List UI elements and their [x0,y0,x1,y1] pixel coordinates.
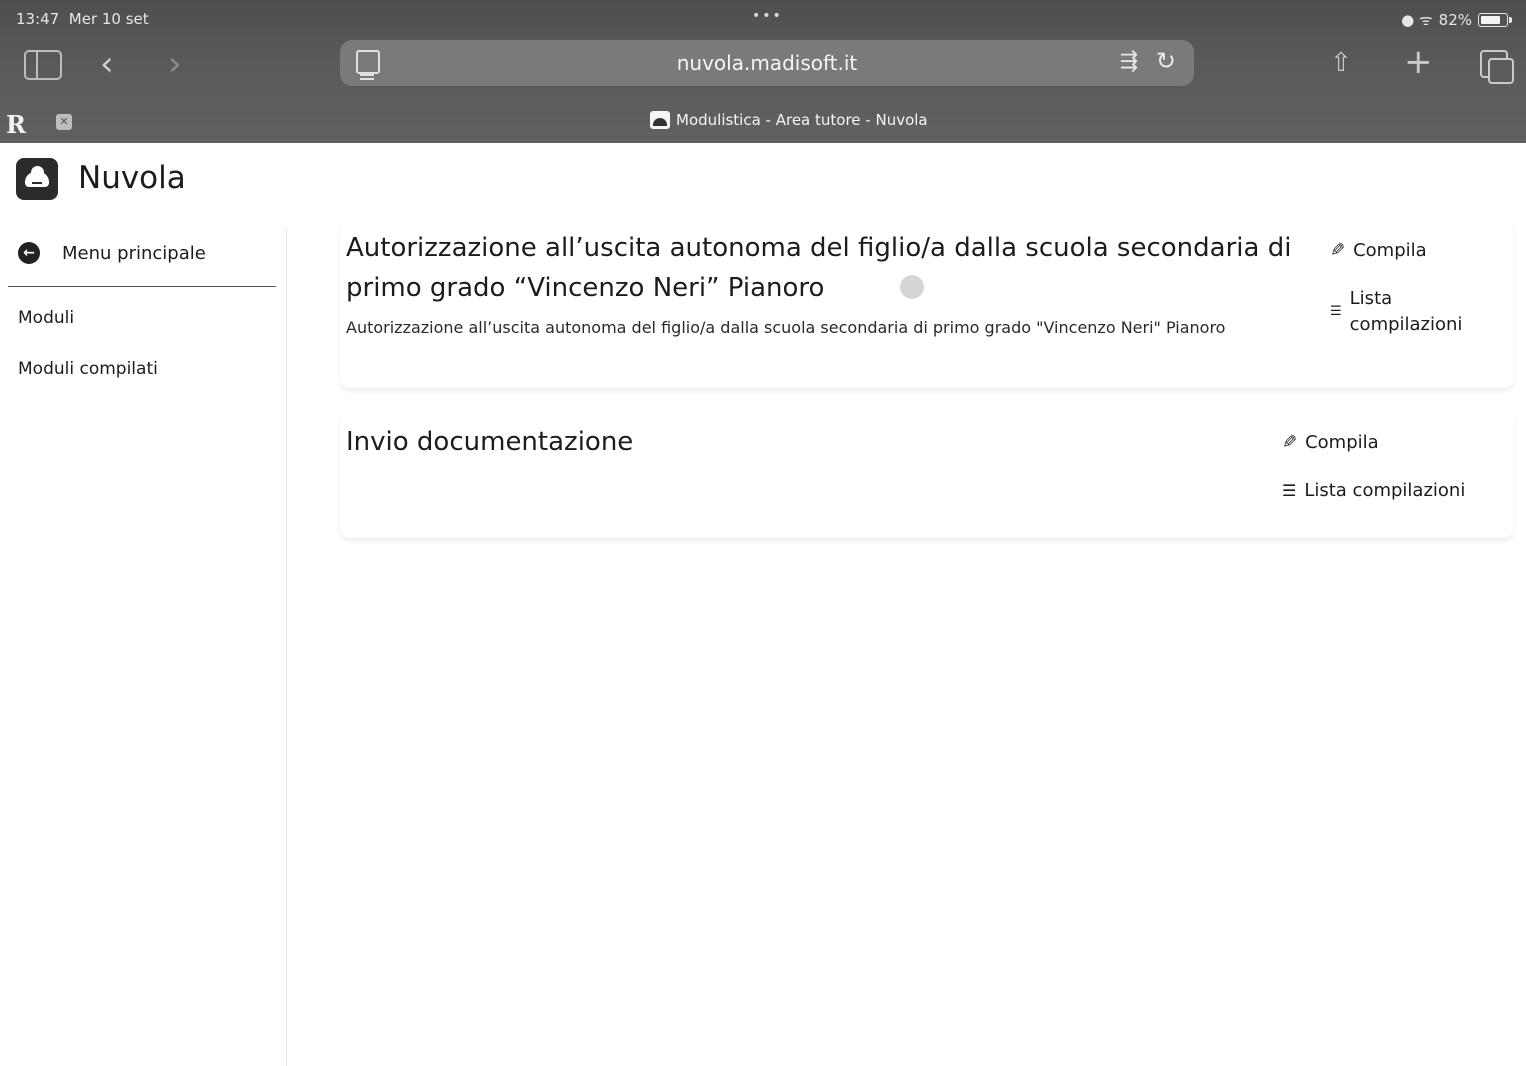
form-card: Autorizzazione all’uscita autonoma del f… [340,222,1514,388]
touch-indicator [900,275,924,299]
pencil-icon: ✎ [1330,240,1346,261]
list-icon: ☰ [1330,304,1342,319]
menu-principale-label: Menu principale [62,242,206,264]
wifi-icon: ● ᯤ [1401,11,1433,29]
menu-principale-link[interactable]: ← Menu principale [18,242,206,264]
lista-compilazioni-label: Lista compilazioni [1349,288,1463,335]
app-title[interactable]: Nuvola [78,160,186,196]
tab-active[interactable]: Modulistica - Area tutore - Nuvola [650,111,928,129]
form-description: Autorizzazione all’uscita autonoma del f… [346,318,1226,337]
new-tab-icon[interactable]: + [1404,42,1433,82]
multitasking-dots[interactable]: ••• [752,8,783,24]
sidebar-item-moduli-compilati[interactable]: Moduli compilati [18,359,158,379]
compila-button[interactable]: ✎ Compila [1330,238,1427,264]
tab-close-icon[interactable]: ✕ [56,114,72,130]
date: Mer 10 set [68,10,149,28]
tab-title: Modulistica - Area tutore - Nuvola [676,111,928,129]
lista-compilazioni-button[interactable]: ☰ Lista compilazioni [1330,286,1480,338]
compila-button[interactable]: ✎ Compila [1282,430,1379,456]
battery-icon [1478,13,1508,27]
reload-icon[interactable]: ↻ [1156,47,1176,75]
back-circle-icon: ← [18,242,40,264]
battery-percent: 82% [1438,11,1472,29]
lista-compilazioni-button[interactable]: ☰ Lista compilazioni [1282,478,1465,504]
list-icon: ☰ [1282,481,1297,500]
compila-label: Compila [1353,240,1427,261]
status-indicators: ● ᯤ 82% [1401,10,1512,30]
sidebar-toggle-icon[interactable] [24,50,62,80]
tab-favicon-r[interactable]: R [6,110,26,139]
form-title: Invio documentazione [346,427,634,457]
browser-chrome: 13:47 Mer 10 set ••• ● ᯤ 82% ‹ › nuvola.… [0,0,1526,143]
address-bar[interactable]: nuvola.madisoft.it ⇶ ↻ [340,40,1194,86]
nuvola-logo-icon[interactable] [16,158,58,200]
lista-compilazioni-label: Lista compilazioni [1304,480,1466,501]
form-title: Autorizzazione all’uscita autonoma del f… [346,233,1292,303]
url-text[interactable]: nuvola.madisoft.it [340,51,1194,75]
tabs-overview-icon[interactable] [1480,50,1514,84]
sidebar: ← Menu principale Moduli Moduli compilat… [0,228,287,1066]
back-arrow-icon[interactable]: ‹ [100,44,114,84]
pencil-icon: ✎ [1282,432,1298,453]
cloud-favicon-icon [650,111,670,129]
forward-arrow-icon[interactable]: › [168,44,182,84]
battery-tip-icon [1509,17,1512,23]
status-time: 13:47 Mer 10 set [16,10,149,28]
extension-icon[interactable]: ⇶ [1120,49,1138,74]
sidebar-divider [8,286,276,287]
sidebar-item-moduli[interactable]: Moduli [18,308,74,328]
compila-label: Compila [1305,432,1379,453]
clock: 13:47 [16,10,60,28]
share-icon[interactable]: ⇧ [1330,48,1352,78]
form-card: Invio documentazione ✎ Compila ☰ Lista c… [340,410,1514,538]
